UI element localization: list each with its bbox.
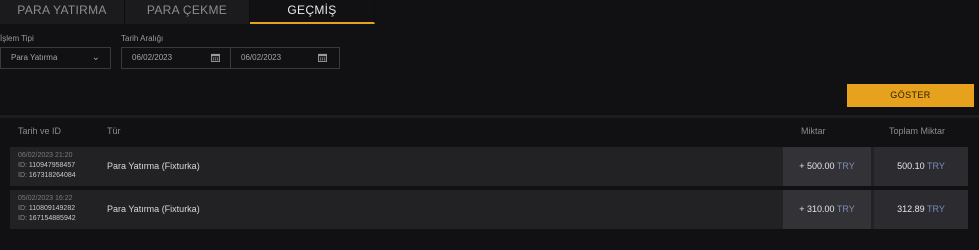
tab-withdraw[interactable]: PARA ÇEKME xyxy=(125,0,250,24)
row-amount-currency: TRY xyxy=(836,204,855,214)
date-to-input[interactable]: 06/02/2023 xyxy=(230,47,340,69)
row-amount: + 500.00 TRY xyxy=(783,147,871,186)
row-total: 500.10 TRY xyxy=(874,147,968,186)
calendar-icon xyxy=(318,53,327,62)
transaction-tabs: PARA YATIRMA PARA ÇEKME GEÇMİŞ xyxy=(0,0,375,24)
header-date-id: Tarih ve ID xyxy=(18,126,62,136)
transaction-type-label: İşlem Tipi xyxy=(0,34,34,43)
id-label: ID: xyxy=(18,172,27,179)
header-total: Toplam Miktar xyxy=(889,126,946,136)
table-row: 05/02/2023 16:22 ID: 110809149282 ID: 16… xyxy=(10,190,968,229)
id-label: ID: xyxy=(18,162,27,169)
calendar-icon xyxy=(211,53,220,62)
row-id-primary: 110947958457 xyxy=(28,162,76,169)
row-id-secondary: 167318264084 xyxy=(28,172,76,179)
row-total-currency: TRY xyxy=(927,204,945,214)
id-label: ID: xyxy=(18,205,27,212)
id-label: ID: xyxy=(18,215,27,222)
transaction-type-select[interactable]: Para Yatırma ⌄ xyxy=(0,47,111,69)
row-amount-value: + 500.00 xyxy=(799,161,835,171)
row-total: 312.89 TRY xyxy=(874,190,968,229)
date-range-label: Tarih Aralığı xyxy=(121,34,164,43)
show-button[interactable]: GÖSTER xyxy=(847,84,974,107)
row-id-primary: 110809149282 xyxy=(28,205,76,212)
section-divider xyxy=(0,115,979,118)
row-datetime: 05/02/2023 16:22 xyxy=(18,195,73,202)
transaction-type-value: Para Yatırma xyxy=(11,53,58,62)
row-type: Para Yatırma (Fixturka) xyxy=(107,204,200,214)
header-amount: Miktar xyxy=(801,126,826,136)
row-amount-currency: TRY xyxy=(836,161,855,171)
row-id-cell: 05/02/2023 16:22 ID: 110809149282 ID: 16… xyxy=(18,194,76,224)
row-amount-value: + 310.00 xyxy=(799,204,835,214)
row-id-secondary: 167154885942 xyxy=(28,215,76,222)
date-from-input[interactable]: 06/02/2023 xyxy=(121,47,231,69)
date-from-value: 06/02/2023 xyxy=(132,53,173,62)
table-row: 06/02/2023 21:20 ID: 110947958457 ID: 16… xyxy=(10,147,968,186)
date-to-value: 06/02/2023 xyxy=(241,53,282,62)
row-datetime: 06/02/2023 21:20 xyxy=(18,152,73,159)
tab-deposit[interactable]: PARA YATIRMA xyxy=(0,0,125,24)
row-total-currency: TRY xyxy=(927,161,945,171)
tab-history[interactable]: GEÇMİŞ xyxy=(250,0,375,24)
row-id-cell: 06/02/2023 21:20 ID: 110947958457 ID: 16… xyxy=(18,151,76,181)
chevron-down-icon: ⌄ xyxy=(91,52,100,63)
row-total-value: 500.10 xyxy=(897,161,925,171)
header-type: Tür xyxy=(107,126,121,136)
row-amount: + 310.00 TRY xyxy=(783,190,871,229)
row-total-value: 312.89 xyxy=(897,204,925,214)
row-type: Para Yatırma (Fixturka) xyxy=(107,161,200,171)
